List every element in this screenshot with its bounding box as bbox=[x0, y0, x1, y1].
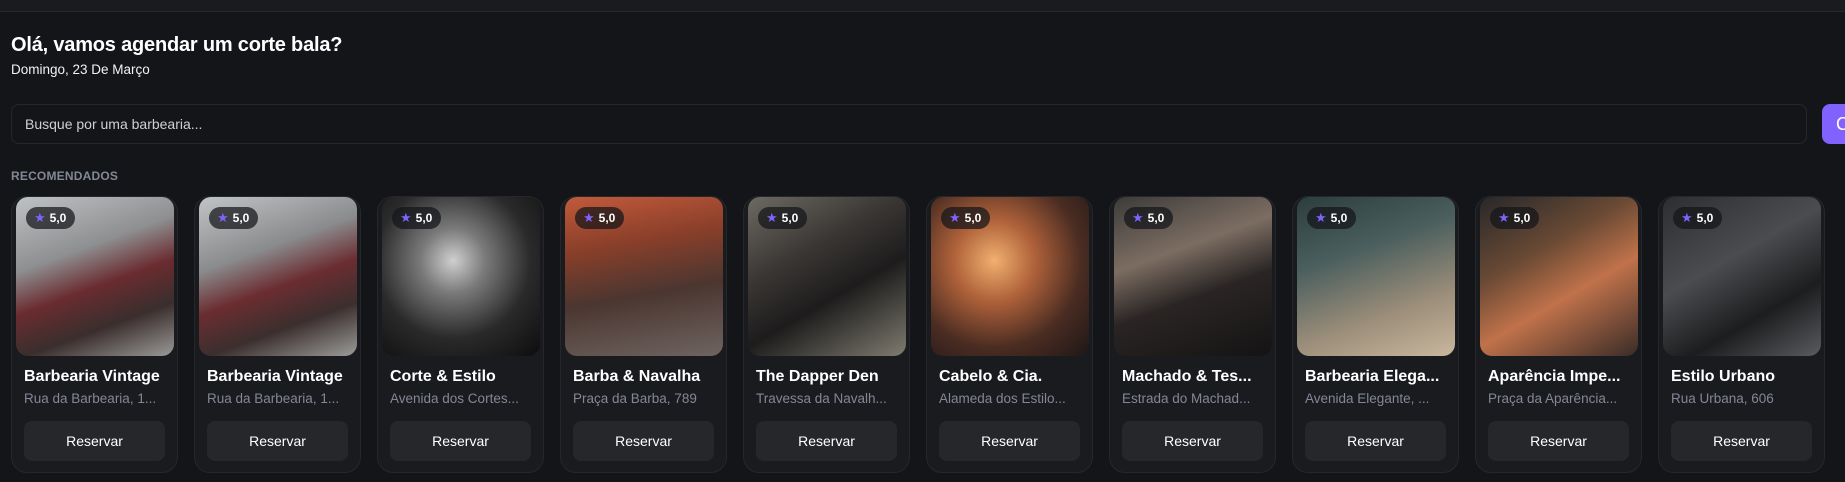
barbershop-image: ★ 5,0 bbox=[1480, 197, 1638, 356]
reserve-button[interactable]: Reservar bbox=[1122, 421, 1263, 461]
star-icon: ★ bbox=[1132, 210, 1144, 225]
barbershop-card[interactable]: ★ 5,0 Aparência Impe... Praça da Aparênci… bbox=[1475, 196, 1642, 473]
rating-badge: ★ 5,0 bbox=[1124, 207, 1174, 229]
barbershop-address: Avenida Elegante, ... bbox=[1305, 391, 1430, 406]
barbershop-address: Travessa da Navalh... bbox=[756, 391, 887, 406]
rating-badge: ★ 5,0 bbox=[392, 207, 442, 229]
barbershop-image: ★ 5,0 bbox=[199, 197, 357, 356]
reserve-button[interactable]: Reservar bbox=[1671, 421, 1812, 461]
rating-value: 5,0 bbox=[1147, 211, 1165, 225]
current-date: Domingo, 23 De Março bbox=[11, 62, 150, 77]
rating-value: 5,0 bbox=[49, 211, 67, 225]
reserve-button[interactable]: Reservar bbox=[1305, 421, 1446, 461]
rating-badge: ★ 5,0 bbox=[26, 207, 76, 229]
rating-value: 5,0 bbox=[598, 211, 616, 225]
rating-value: 5,0 bbox=[415, 211, 433, 225]
star-icon: ★ bbox=[766, 210, 778, 225]
star-icon: ★ bbox=[583, 210, 595, 225]
star-icon: ★ bbox=[34, 210, 46, 225]
barbershop-image: ★ 5,0 bbox=[1663, 197, 1821, 356]
reserve-button[interactable]: Reservar bbox=[207, 421, 348, 461]
star-icon: ★ bbox=[1315, 210, 1327, 225]
rating-value: 5,0 bbox=[781, 211, 799, 225]
barbershop-name: Estilo Urbano bbox=[1671, 368, 1776, 385]
rating-badge: ★ 5,0 bbox=[1307, 207, 1357, 229]
star-icon: ★ bbox=[1681, 210, 1693, 225]
rating-value: 5,0 bbox=[232, 211, 250, 225]
rating-value: 5,0 bbox=[1513, 211, 1531, 225]
barbershop-card[interactable]: ★ 5,0 Cabelo & Cia. Alameda dos Estilo...… bbox=[926, 196, 1093, 473]
star-icon: ★ bbox=[1498, 210, 1510, 225]
barbershop-name: Aparência Impe... bbox=[1488, 368, 1621, 385]
rating-value: 5,0 bbox=[964, 211, 982, 225]
star-icon: ★ bbox=[217, 210, 229, 225]
barbershop-card[interactable]: ★ 5,0 The Dapper Den Travessa da Navalh..… bbox=[743, 196, 910, 473]
star-icon: ★ bbox=[949, 210, 961, 225]
barbershop-card[interactable]: ★ 5,0 Barbearia Elega... Avenida Elegante… bbox=[1292, 196, 1459, 473]
barbershop-image: ★ 5,0 bbox=[1297, 197, 1455, 356]
barbershop-address: Rua da Barbearia, 1... bbox=[24, 391, 157, 406]
barbershop-name: Machado & Tes... bbox=[1122, 368, 1252, 385]
reserve-button[interactable]: Reservar bbox=[573, 421, 714, 461]
rating-badge: ★ 5,0 bbox=[575, 207, 625, 229]
barbershop-image: ★ 5,0 bbox=[1114, 197, 1272, 356]
rating-badge: ★ 5,0 bbox=[1490, 207, 1540, 229]
rating-badge: ★ 5,0 bbox=[209, 207, 259, 229]
barbershop-name: Barbearia Elega... bbox=[1305, 368, 1440, 385]
barbershop-card[interactable]: ★ 5,0 Barbearia Vintage Rua da Barbearia,… bbox=[11, 196, 178, 473]
barbershop-address: Rua da Barbearia, 1... bbox=[207, 391, 340, 406]
barbershop-image: ★ 5,0 bbox=[16, 197, 174, 356]
barbershop-card[interactable]: ★ 5,0 Estilo Urbano Rua Urbana, 606 Reser… bbox=[1658, 196, 1825, 473]
barbershop-name: Cabelo & Cia. bbox=[939, 368, 1043, 385]
barbershop-name: The Dapper Den bbox=[756, 368, 879, 385]
barbershop-image: ★ 5,0 bbox=[931, 197, 1089, 356]
barbershop-address: Estrada do Machad... bbox=[1122, 391, 1251, 406]
barbershop-card[interactable]: ★ 5,0 Machado & Tes... Estrada do Machad.… bbox=[1109, 196, 1276, 473]
reserve-button[interactable]: Reservar bbox=[939, 421, 1080, 461]
top-bar bbox=[0, 0, 1845, 12]
rating-badge: ★ 5,0 bbox=[1673, 207, 1723, 229]
barbershop-name: Barbearia Vintage bbox=[24, 368, 160, 385]
barbershop-address: Avenida dos Cortes... bbox=[390, 391, 519, 406]
reserve-button[interactable]: Reservar bbox=[1488, 421, 1629, 461]
barbershop-card[interactable]: ★ 5,0 Corte & Estilo Avenida dos Cortes..… bbox=[377, 196, 544, 473]
barbershop-address: Alameda dos Estilo... bbox=[939, 391, 1066, 406]
rating-value: 5,0 bbox=[1696, 211, 1714, 225]
barbershop-name: Barbearia Vintage bbox=[207, 368, 343, 385]
reserve-button[interactable]: Reservar bbox=[24, 421, 165, 461]
barbershop-image: ★ 5,0 bbox=[382, 197, 540, 356]
page-title: Olá, vamos agendar um corte bala? bbox=[11, 34, 343, 56]
reserve-button[interactable]: Reservar bbox=[390, 421, 531, 461]
star-icon: ★ bbox=[400, 210, 412, 225]
reserve-button[interactable]: Reservar bbox=[756, 421, 897, 461]
rating-badge: ★ 5,0 bbox=[941, 207, 991, 229]
barbershop-image: ★ 5,0 bbox=[565, 197, 723, 356]
barbershop-name: Barba & Navalha bbox=[573, 368, 701, 385]
barbershop-address: Praça da Aparência... bbox=[1488, 391, 1618, 406]
section-title-recommended: RECOMENDADOS bbox=[11, 169, 119, 183]
barbershop-card[interactable]: ★ 5,0 Barba & Navalha Praça da Barba, 789… bbox=[560, 196, 727, 473]
search-input[interactable] bbox=[11, 104, 1807, 144]
barbershop-name: Corte & Estilo bbox=[390, 368, 496, 385]
barbershop-address: Rua Urbana, 606 bbox=[1671, 391, 1774, 406]
rating-badge: ★ 5,0 bbox=[758, 207, 808, 229]
search-icon: C bbox=[1836, 113, 1845, 134]
barbershop-address: Praça da Barba, 789 bbox=[573, 391, 697, 406]
barbershop-card[interactable]: ★ 5,0 Barbearia Vintage Rua da Barbearia,… bbox=[194, 196, 361, 473]
rating-value: 5,0 bbox=[1330, 211, 1348, 225]
barbershop-image: ★ 5,0 bbox=[748, 197, 906, 356]
search-button[interactable]: C bbox=[1822, 104, 1845, 144]
